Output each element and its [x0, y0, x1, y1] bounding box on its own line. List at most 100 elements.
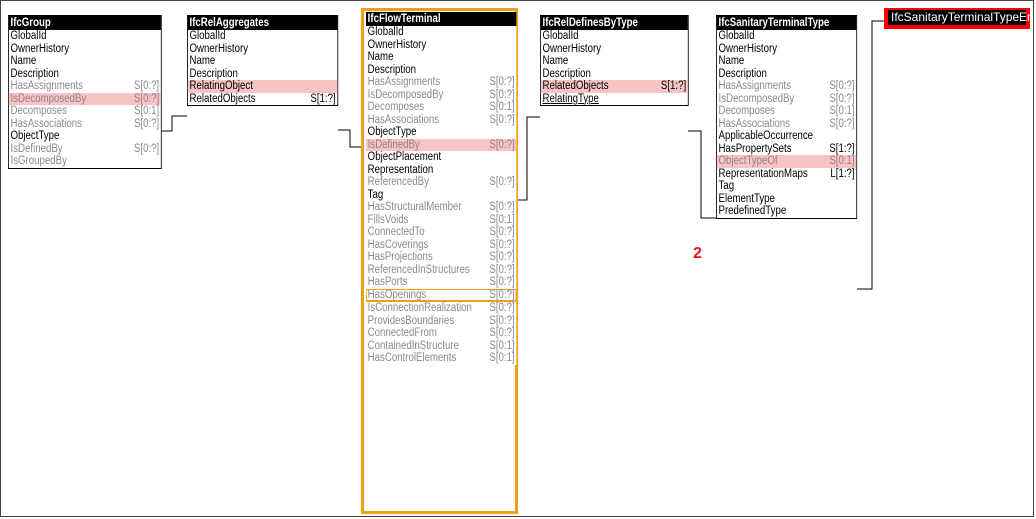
attribute-row[interactable]: RelatedObjects S[1:?]	[540, 80, 688, 93]
attribute-row[interactable]: OwnerHistory	[9, 43, 161, 56]
attribute-row[interactable]: RelatingType	[541, 93, 688, 106]
attribute-row[interactable]: Name	[188, 55, 338, 68]
attribute-row[interactable]: HasControlElements S[0:1]	[366, 352, 516, 365]
attribute-name: RepresentationMaps	[718, 167, 808, 180]
attribute-row[interactable]: Name	[541, 55, 688, 68]
attribute-cardinality: S[0:?]	[829, 80, 855, 92]
entity-ifcreldefinesbytype[interactable]: IfcRelDefinesByType GlobalId OwnerHistory N…	[540, 15, 689, 106]
attribute-name: IsGroupedBy	[10, 155, 67, 167]
attribute-row[interactable]: GlobalId	[188, 30, 338, 43]
enum-label: IfcSanitaryTerminalTypeEnum	[888, 10, 1036, 25]
attribute-row[interactable]: Name	[717, 55, 856, 68]
attribute-row[interactable]: HasStructuralMember S[0:?]	[366, 201, 516, 214]
attribute-row[interactable]: IsDecomposedBy S[0:?]	[366, 89, 516, 102]
attribute-row[interactable]: ReferencedInStructures S[0:?]	[366, 264, 516, 277]
entity-ifcrelaggregates[interactable]: IfcRelAggregates GlobalId OwnerHistory Name…	[187, 15, 339, 106]
attribute-name: Representation	[367, 163, 434, 176]
enum-sanitaryterminaltype[interactable]: IfcSanitaryTerminalTypeEnum	[884, 8, 1036, 29]
attribute-row[interactable]: IsGroupedBy	[9, 155, 161, 168]
attribute-row[interactable]: ObjectPlacement	[366, 151, 516, 164]
attribute-row[interactable]: PredefinedType	[717, 205, 856, 218]
attribute-row[interactable]: OwnerHistory	[541, 43, 688, 56]
attribute-row[interactable]: Tag	[717, 180, 856, 193]
attribute-row[interactable]: HasPorts S[0:?]	[366, 276, 516, 289]
attribute-name: IsDefinedBy	[10, 142, 63, 155]
attribute-row[interactable]: ObjectType	[9, 130, 161, 143]
attribute-row[interactable]: Decomposes S[0:1]	[717, 105, 856, 118]
attribute-row[interactable]: RelatingObject	[187, 80, 338, 93]
entity-ifcsanitaryterminaltype[interactable]: IfcSanitaryTerminalType GlobalId OwnerHist…	[716, 15, 858, 219]
attribute-row[interactable]: GlobalId	[541, 30, 688, 43]
attribute-row[interactable]: OwnerHistory	[188, 43, 338, 56]
attribute-row[interactable]: Description	[188, 68, 338, 81]
attribute-row[interactable]: HasCoverings S[0:?]	[366, 239, 516, 252]
attribute-row[interactable]: Representation	[366, 164, 516, 177]
attribute-row[interactable]: HasAssignments S[0:?]	[9, 80, 161, 93]
attribute-row[interactable]: HasAssociations S[0:?]	[366, 114, 516, 127]
attribute-row[interactable]: HasPropertySets S[1:?]	[717, 143, 856, 156]
entity-title: IfcFlowTerminal	[366, 12, 517, 26]
attribute-row[interactable]: OwnerHistory	[366, 39, 516, 52]
attribute-row[interactable]: IsDefinedBy S[0:?]	[9, 143, 161, 156]
attribute-row[interactable]: RepresentationMaps L[1:?]	[717, 168, 856, 181]
attribute-row[interactable]: ObjectTypeOf S[0:1]	[716, 155, 857, 168]
attribute-row[interactable]: RelatedObjects S[1:?]	[188, 93, 338, 106]
attribute-name: OwnerHistory	[189, 42, 249, 55]
attribute-row[interactable]: IsDecomposedBy S[0:?]	[717, 93, 856, 106]
attribute-row[interactable]: OwnerHistory	[717, 43, 856, 56]
attribute-row[interactable]: Decomposes S[0:1]	[9, 105, 161, 118]
attribute-cardinality: S[0:1]	[489, 101, 515, 113]
attribute-cardinality: S[0:?]	[489, 302, 515, 314]
attribute-row[interactable]: ApplicableOccurrence	[717, 130, 856, 143]
attribute-row[interactable]: HasAssociations S[0:?]	[9, 118, 161, 131]
attribute-row[interactable]: ReferencedBy S[0:?]	[366, 176, 516, 189]
attribute-row[interactable]: GlobalId	[9, 30, 161, 43]
attribute-row[interactable]: Tag	[366, 189, 516, 202]
attribute-cardinality: S[0:?]	[489, 201, 515, 213]
attribute-name: HasAssignments	[718, 80, 792, 92]
connector-relatingtype-objecttypeof	[688, 130, 716, 219]
attribute-name: ConnectedTo	[367, 226, 425, 238]
attribute-name: HasControlElements	[367, 352, 457, 364]
attribute-row[interactable]: ProvidesBoundaries S[0:?]	[366, 315, 516, 328]
attribute-row[interactable]: HasOpenings S[0:?]	[366, 288, 517, 301]
attribute-row[interactable]: Description	[717, 68, 856, 81]
attribute-row[interactable]: HasAssociations S[0:?]	[717, 118, 856, 131]
attribute-row[interactable]: Description	[541, 68, 688, 81]
attribute-row[interactable]: ElementType	[717, 193, 856, 206]
attribute-name: IsDecomposedBy	[10, 92, 87, 105]
attribute-row[interactable]: ConnectedFrom S[0:?]	[366, 327, 516, 340]
entity-ifcgroup[interactable]: IfcGroup GlobalId OwnerHistory Name Descript…	[8, 15, 162, 169]
attribute-row[interactable]: Decomposes S[0:1]	[366, 101, 516, 114]
attribute-row[interactable]: HasAssignments S[0:?]	[717, 80, 856, 93]
attribute-row[interactable]: IsDefinedBy S[0:?]	[366, 138, 517, 151]
attribute-row[interactable]: HasAssignments S[0:?]	[366, 76, 516, 89]
attribute-name: GlobalId	[10, 30, 47, 42]
attribute-row[interactable]: ObjectType	[366, 126, 516, 139]
entity-ifcflowterminal[interactable]: IfcFlowTerminal GlobalId OwnerHistory Name D…	[366, 12, 517, 365]
attribute-row[interactable]: Name	[9, 55, 161, 68]
attribute-row[interactable]: IsDecomposedBy S[0:?]	[8, 92, 161, 105]
attribute-name: HasAssociations	[10, 117, 82, 130]
attribute-row[interactable]: FillsVoids S[0:1]	[366, 214, 516, 227]
attribute-name: Description	[718, 67, 767, 80]
entity-title: IfcGroup	[8, 16, 161, 30]
attribute-name: GlobalId	[189, 30, 226, 42]
attribute-cardinality: S[0:?]	[489, 251, 515, 263]
attribute-cardinality: S[0:1]	[829, 155, 855, 167]
attribute-cardinality: S[0:?]	[489, 226, 515, 238]
attribute-cardinality: S[0:?]	[489, 138, 515, 151]
attribute-row[interactable]: ContainedInStructure S[0:1]	[366, 340, 516, 353]
attribute-row[interactable]: Name	[366, 51, 516, 64]
attribute-row[interactable]: HasProjections S[0:?]	[366, 251, 516, 264]
attribute-row[interactable]: GlobalId	[366, 26, 516, 39]
attribute-row[interactable]: ConnectedTo S[0:?]	[366, 226, 516, 239]
attribute-row[interactable]: Description	[9, 68, 161, 81]
attribute-cardinality: L[1:?]	[830, 167, 855, 180]
attribute-cardinality: S[0:?]	[489, 327, 515, 339]
attribute-row[interactable]: GlobalId	[717, 30, 856, 43]
attribute-cardinality: S[0:?]	[489, 88, 515, 101]
attribute-row[interactable]: IsConnectionRealization S[0:?]	[366, 301, 517, 315]
attribute-row[interactable]: Description	[366, 64, 516, 77]
attribute-name: HasStructuralMember	[367, 201, 462, 213]
